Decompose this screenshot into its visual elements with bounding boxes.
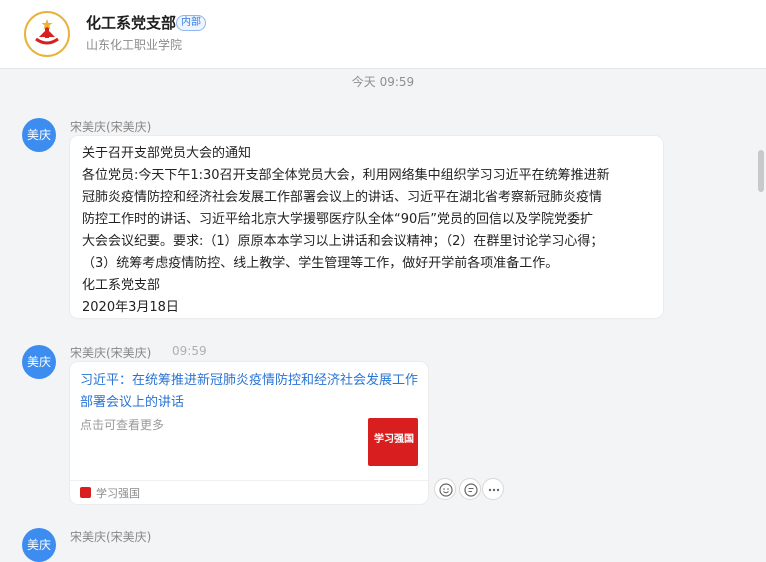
link-description: 点击可查看更多 [80,418,165,432]
message-line: （3）统筹考虑疫情防控、线上教学、学生管理等工作，做好开学前各项准备工作。 [82,256,559,271]
link-title[interactable]: 习近平：在统筹推进新冠肺炎疫情防控和经济社会发展工作部署会议上的讲话 [80,370,420,414]
sender-name: 宋美庆(宋美庆) [70,346,152,360]
message-time: 09:59 [172,344,207,358]
message-line: 防控工作时的讲话、习近平给北京大学援鄂医疗队全体“90后”党员的回信以及学院党委… [82,212,594,227]
party-emblem-icon [24,11,70,57]
avatar[interactable]: 美庆 [22,528,56,562]
chat-header: 化工系党支部 内部 山东化工职业学院 [0,0,766,69]
chat-title: 化工系党支部 [86,14,177,32]
avatar[interactable]: 美庆 [22,118,56,152]
internal-badge: 内部 [176,15,206,31]
message-line: 大会会议纪要。要求:（1）原原本本学习以上讲话和会议精神；（2）在群里讨论学习心… [82,234,604,249]
chat-subtitle: 山东化工职业学院 [86,38,183,52]
message-line: 化工系党支部 [82,278,161,293]
sender-name: 宋美庆(宋美庆) [70,120,152,134]
time-divider: 今天 09:59 [351,75,415,89]
link-card[interactable]: 习近平：在统筹推进新冠肺炎疫情防控和经济社会发展工作部署会议上的讲话 点击可查看… [70,362,428,504]
message-line: 关于召开支部党员大会的通知 [82,146,252,161]
message-line: 2020年3月18日 [82,300,179,315]
avatar[interactable]: 美庆 [22,345,56,379]
emoji-icon[interactable] [434,478,456,500]
message-line: 各位党员:今天下午1:30召开支部全体党员大会，利用网络集中组织学习习近平在统筹… [82,168,610,183]
more-icon[interactable] [482,478,504,500]
message-bubble[interactable]: 关于召开支部党员大会的通知 各位党员:今天下午1:30召开支部全体党员大会，利用… [70,136,663,318]
message-line: 冠肺炎疫情防控和经济社会发展工作部署会议上的讲话、习近平在湖北省考察新冠肺炎疫情 [82,190,603,205]
source-label: 学习强国 [96,487,140,500]
sender-name: 宋美庆(宋美庆) [70,530,152,544]
link-thumbnail: 学习强国 [368,418,418,466]
message-text: 关于召开支部党员大会的通知 各位党员:今天下午1:30召开支部全体党员大会，利用… [82,143,610,319]
link-footer: 学习强国 [70,480,428,505]
xuexi-qiangguo-icon [80,487,91,498]
thumbnail-text: 学习强国 [374,434,414,445]
reply-icon[interactable] [459,478,481,500]
scrollbar[interactable] [758,150,764,192]
